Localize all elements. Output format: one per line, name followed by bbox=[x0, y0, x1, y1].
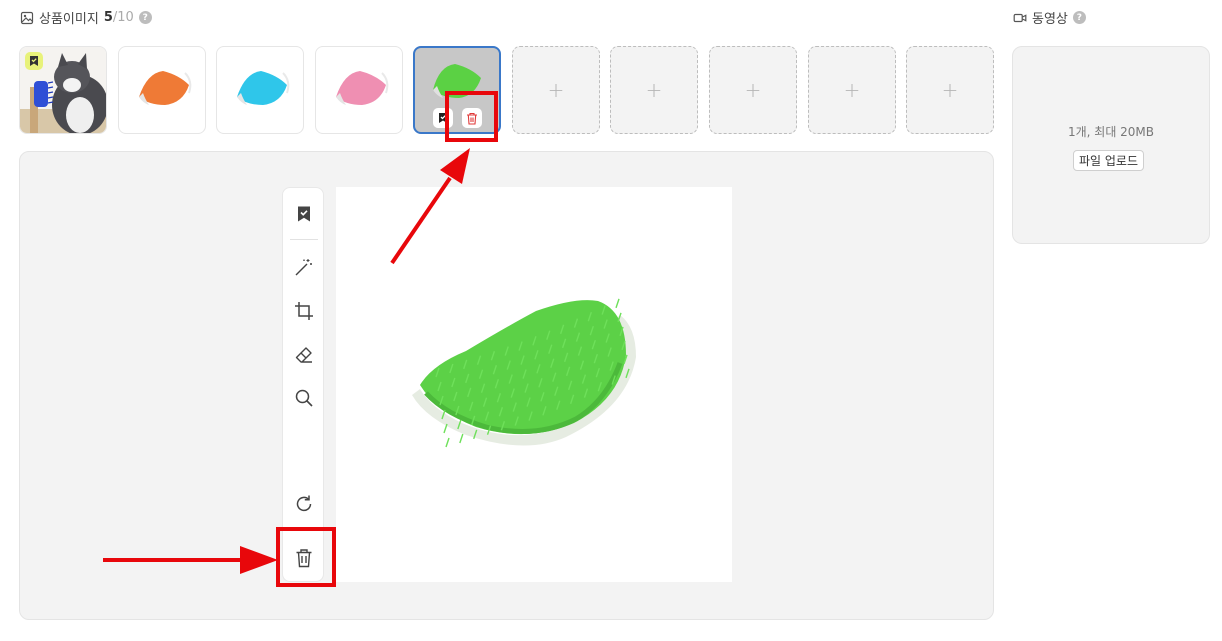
image-editor-screen: 상품이미지 5/10 ? 동영상 ? + + + + + 1개, 최대 20MB… bbox=[0, 0, 1222, 641]
annotation-highlight-thumbnail-delete bbox=[445, 91, 498, 142]
annotation-highlight-toolbar-delete bbox=[276, 527, 336, 587]
annotation-layer bbox=[103, 148, 470, 574]
annotation-arrowhead bbox=[440, 148, 470, 184]
annotation-arrow-line bbox=[390, 176, 452, 265]
annotation-arrowhead bbox=[240, 546, 278, 574]
